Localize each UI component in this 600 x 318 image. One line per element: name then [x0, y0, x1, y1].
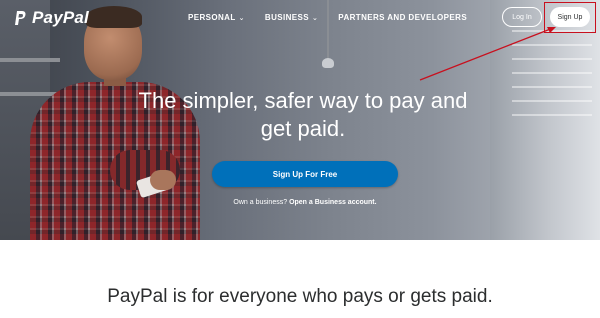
- section-tagline: PayPal is for everyone who pays or gets …: [107, 286, 493, 307]
- paypal-logo[interactable]: PayPal: [14, 8, 89, 28]
- nav-personal-label: PERSONAL: [188, 13, 236, 22]
- primary-nav: PERSONAL ⌄ BUSINESS ⌄ PARTNERS AND DEVEL…: [188, 13, 467, 22]
- nav-personal[interactable]: PERSONAL ⌄: [188, 13, 245, 22]
- chevron-down-icon: ⌄: [238, 14, 245, 22]
- log-in-button[interactable]: Log In: [502, 7, 542, 27]
- brand-name: PayPal: [32, 8, 89, 27]
- chevron-down-icon: ⌄: [312, 14, 319, 22]
- nav-business[interactable]: BUSINESS ⌄: [265, 13, 318, 22]
- nav-partners-label: PARTNERS AND DEVELOPERS: [338, 13, 468, 22]
- pendant-lamp: [322, 58, 334, 68]
- top-nav: PayPal PERSONAL ⌄ BUSINESS ⌄ PARTNERS AN…: [0, 0, 600, 38]
- hero-headline: The simpler, safer way to pay and get pa…: [138, 88, 468, 141]
- business-prompt-text: Own a business?: [233, 199, 288, 206]
- sign-up-button[interactable]: Sign Up: [550, 7, 590, 27]
- hero-banner: PayPal PERSONAL ⌄ BUSINESS ⌄ PARTNERS AN…: [0, 0, 600, 240]
- business-account-prompt: Own a business? Open a Business account.: [150, 199, 460, 206]
- paypal-p-icon: [15, 11, 26, 25]
- background-shelf: [0, 58, 60, 62]
- nav-partners-developers[interactable]: PARTNERS AND DEVELOPERS: [338, 13, 467, 22]
- hero-person-hand: [150, 170, 176, 190]
- nav-business-label: BUSINESS: [264, 13, 310, 22]
- open-business-account-link[interactable]: Open a Business account.: [289, 199, 377, 206]
- sign-up-for-free-button[interactable]: Sign Up For Free: [212, 161, 398, 187]
